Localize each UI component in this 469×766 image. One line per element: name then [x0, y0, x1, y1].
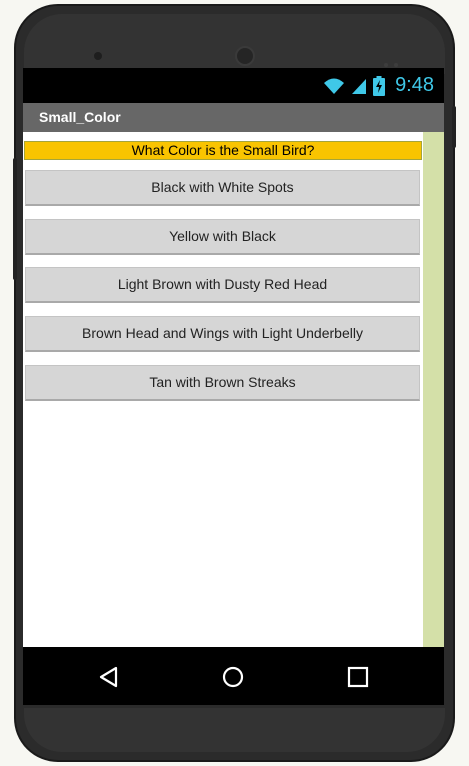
- app-title-bar: Small_Color: [23, 103, 444, 132]
- answer-button-yellow-black[interactable]: Yellow with Black: [25, 219, 420, 255]
- app-screen: What Color is the Small Bird? Black with…: [23, 132, 444, 647]
- scrollbar-track[interactable]: [423, 132, 444, 647]
- power-button: [452, 106, 456, 148]
- status-time: 9:48: [395, 74, 434, 96]
- answer-button-tan-brown-streaks[interactable]: Tan with Brown Streaks: [25, 365, 420, 401]
- phone-bottom-bezel: [24, 708, 445, 752]
- recent-apps-icon[interactable]: [346, 665, 370, 689]
- question-label: What Color is the Small Bird?: [24, 141, 422, 160]
- navigation-bar: [23, 647, 444, 705]
- answer-button-black-white-spots[interactable]: Black with White Spots: [25, 170, 420, 206]
- status-bar: 9:48: [23, 68, 444, 103]
- answer-button-light-brown-red-head[interactable]: Light Brown with Dusty Red Head: [25, 267, 420, 303]
- back-icon[interactable]: [97, 665, 121, 689]
- phone-top-bezel: [24, 14, 445, 74]
- volume-button: [13, 158, 17, 280]
- home-icon[interactable]: [221, 665, 245, 689]
- front-sensor: [94, 52, 102, 60]
- wifi-icon: [324, 78, 345, 94]
- front-camera: [235, 46, 255, 66]
- signal-icon: [352, 78, 367, 94]
- app-title: Small_Color: [39, 109, 121, 125]
- sensor-dots: [384, 54, 408, 67]
- battery-charging-icon: [373, 75, 386, 96]
- answer-button-brown-head-wings[interactable]: Brown Head and Wings with Light Underbel…: [25, 316, 420, 352]
